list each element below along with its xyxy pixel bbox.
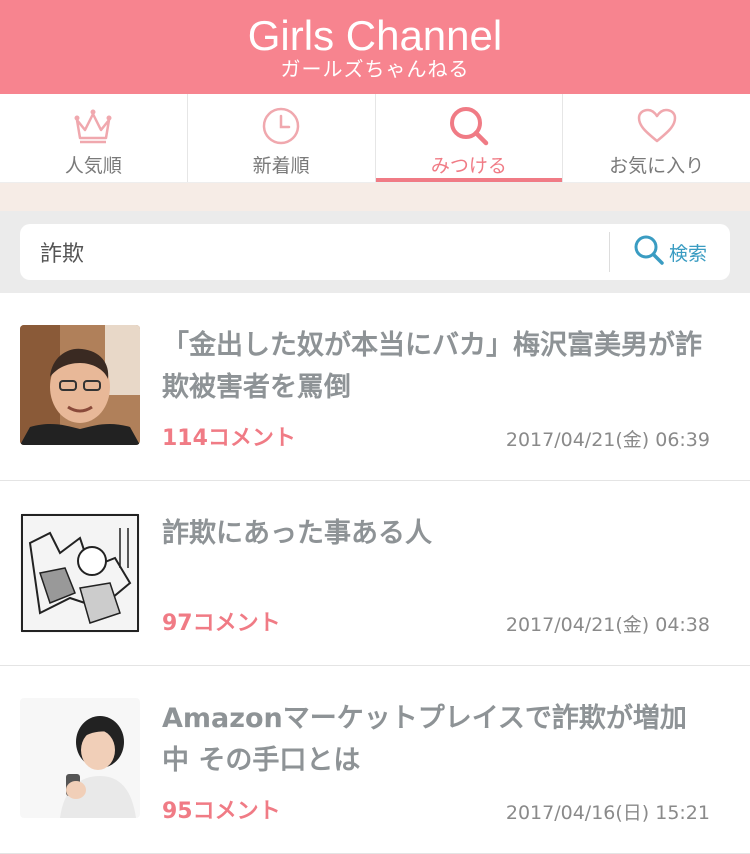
topic-thumbnail <box>20 513 140 633</box>
tab-bar: 人気順 新着順 みつける お気に入り <box>0 94 750 183</box>
clock-icon <box>259 104 303 148</box>
topic-item[interactable]: Amazonマーケットプレイスで詐欺が増加中 その手口とは 95コメント 201… <box>0 666 750 854</box>
search-area: 検索 <box>0 211 750 293</box>
tab-find[interactable]: みつける <box>375 94 564 182</box>
tab-new-label: 新着順 <box>252 155 310 177</box>
comment-count: 97コメント <box>162 611 281 636</box>
topic-thumbnail <box>20 325 140 445</box>
topic-date: 2017/04/21(金) 04:38 <box>505 614 710 636</box>
heart-icon <box>635 104 679 148</box>
site-logo[interactable]: Girls Channel <box>248 14 502 58</box>
topic-list: 「金出した奴が本当にバカ」梅沢富美男が詐欺被害者を罵倒 114コメント 2017… <box>0 293 750 854</box>
topic-item[interactable]: 「金出した奴が本当にバカ」梅沢富美男が詐欺被害者を罵倒 114コメント 2017… <box>0 293 750 481</box>
topic-title[interactable]: 「金出した奴が本当にバカ」梅沢富美男が詐欺被害者を罵倒 <box>162 325 710 409</box>
comment-count: 114コメント <box>162 426 296 451</box>
tab-new[interactable]: 新着順 <box>188 94 376 182</box>
search-button-label: 検索 <box>668 242 707 265</box>
tab-favorites[interactable]: お気に入り <box>563 94 750 182</box>
tab-popular[interactable]: 人気順 <box>0 94 188 182</box>
divider-strip <box>0 183 750 211</box>
search-button-icon <box>633 234 665 270</box>
comment-count: 95コメント <box>162 799 281 824</box>
tab-find-label: みつける <box>430 155 507 177</box>
search-button[interactable]: 検索 <box>609 232 730 272</box>
search-icon <box>447 104 491 148</box>
topic-title[interactable]: Amazonマーケットプレイスで詐欺が増加中 その手口とは <box>162 698 710 782</box>
tab-popular-label: 人気順 <box>64 155 122 177</box>
topic-date: 2017/04/21(金) 06:39 <box>505 429 710 451</box>
site-sublogo: ガールズちゃんねる <box>280 57 470 81</box>
topic-date: 2017/04/16(日) 15:21 <box>505 802 710 824</box>
app-header: Girls Channel ガールズちゃんねる <box>0 0 750 94</box>
search-box: 検索 <box>20 224 730 280</box>
topic-title[interactable]: 詐欺にあった事ある人 <box>162 513 710 555</box>
topic-item[interactable]: 詐欺にあった事ある人 97コメント 2017/04/21(金) 04:38 <box>0 481 750 666</box>
tab-favorites-label: お気に入り <box>609 155 705 177</box>
topic-thumbnail <box>20 698 140 818</box>
search-input[interactable] <box>20 238 609 266</box>
crown-icon <box>71 104 115 148</box>
